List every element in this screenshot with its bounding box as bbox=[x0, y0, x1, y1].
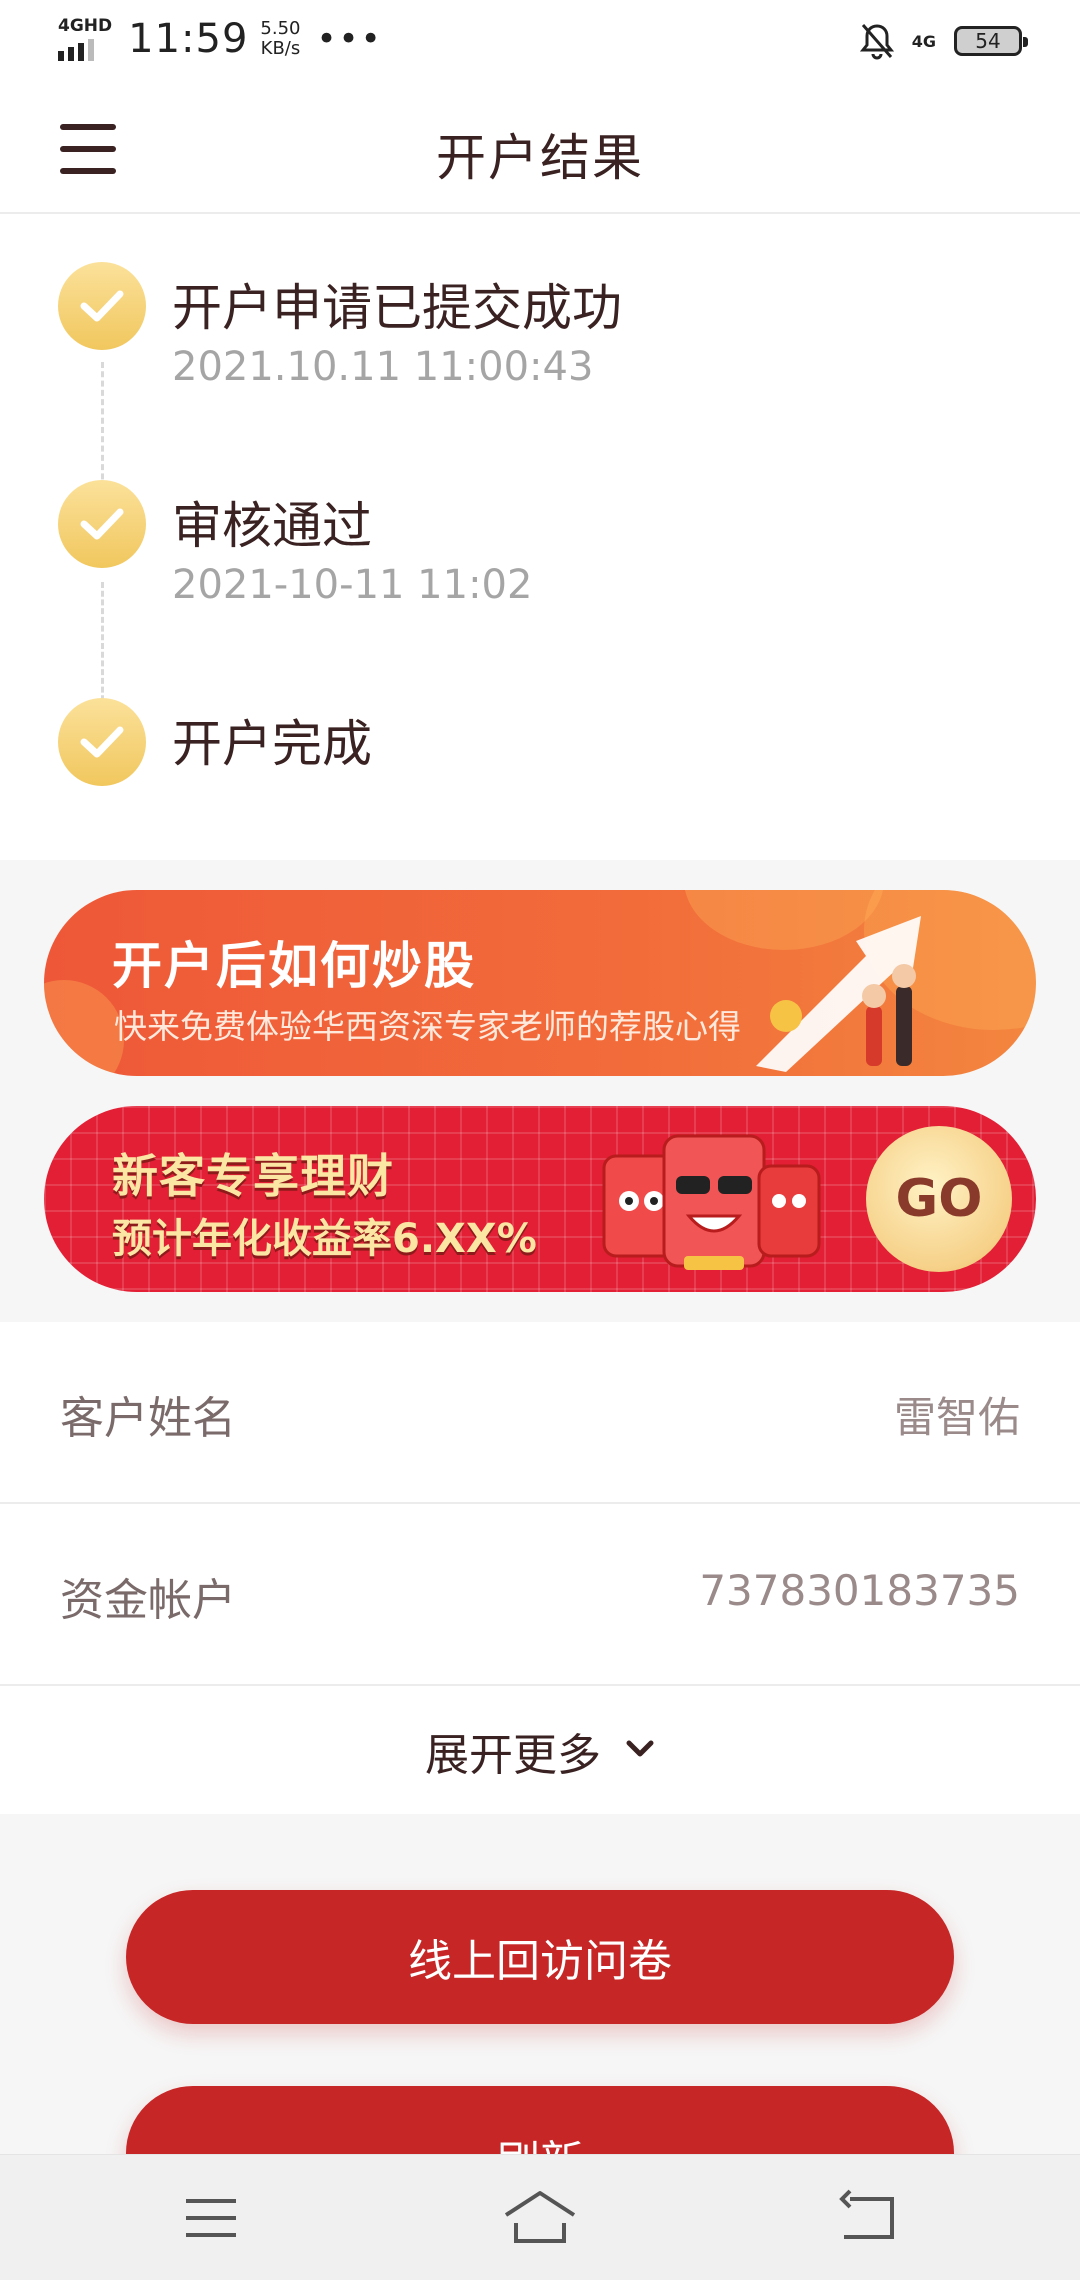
mobile-data-indicator: 4G bbox=[911, 31, 936, 51]
bell-muted-icon bbox=[859, 22, 894, 60]
signal-bars-icon bbox=[58, 39, 112, 61]
step-title: 开户申请已提交成功 bbox=[172, 279, 622, 337]
step-time: 2021-10-11 11:02 bbox=[172, 562, 533, 608]
home-icon[interactable] bbox=[500, 2185, 580, 2251]
banner-subtitle: 预计年化收益率6.XX% bbox=[112, 1216, 537, 1262]
expand-more-button[interactable]: 展开更多 bbox=[0, 1686, 1080, 1816]
expand-more-label: 展开更多 bbox=[425, 1730, 601, 1781]
timeline-connector bbox=[101, 582, 104, 710]
more-notifications-icon: ••• bbox=[316, 19, 383, 59]
back-icon[interactable] bbox=[830, 2185, 910, 2251]
clock: 11:59 bbox=[128, 16, 249, 62]
stock-guide-banner[interactable]: 开户后如何炒股 快来免费体验华西资深专家老师的荐股心得 bbox=[44, 890, 1036, 1076]
fund-account-label: 资金帐户 bbox=[60, 1575, 236, 1626]
fund-account-value: 737830183735 bbox=[699, 1566, 1020, 1615]
refresh-button[interactable]: 刷新 bbox=[126, 2086, 954, 2154]
banner-subtitle: 快来免费体验华西资深专家老师的荐股心得 bbox=[114, 1007, 741, 1046]
speed-value: 5.50 bbox=[260, 18, 301, 39]
info-row-name: 客户姓名 雷智佑 bbox=[0, 1322, 1080, 1504]
progress-timeline: 开户申请已提交成功 2021.10.11 11:00:43 审核通过 2021-… bbox=[0, 214, 1080, 860]
info-row-account: 资金帐户 737830183735 bbox=[0, 1504, 1080, 1686]
customer-name-label: 客户姓名 bbox=[60, 1393, 236, 1444]
check-circle-icon bbox=[58, 262, 146, 350]
rising-arrow-icon bbox=[746, 896, 976, 1076]
app-header: 开户结果 bbox=[0, 82, 1080, 214]
banner-title: 开户后如何炒股 bbox=[112, 937, 476, 995]
go-button[interactable]: GO bbox=[866, 1126, 1012, 1272]
customer-name-value: 雷智佑 bbox=[893, 1393, 1020, 1442]
step-title: 审核通过 bbox=[172, 497, 372, 555]
check-circle-icon bbox=[58, 480, 146, 568]
red-envelope-mascots-icon bbox=[584, 1116, 844, 1290]
action-buttons: 线上回访问卷 刷新 bbox=[0, 1814, 1080, 2154]
banner-title: 新客专享理财 bbox=[112, 1149, 394, 1203]
account-info: 客户姓名 雷智佑 资金帐户 737830183735 展开更多 bbox=[0, 1322, 1080, 1816]
online-survey-button[interactable]: 线上回访问卷 bbox=[126, 1890, 954, 2024]
check-circle-icon bbox=[58, 698, 146, 786]
battery-level: 54 bbox=[975, 29, 1001, 53]
page-title: 开户结果 bbox=[436, 129, 644, 187]
speed-unit: KB/s bbox=[260, 38, 301, 59]
system-nav-bar bbox=[0, 2154, 1080, 2280]
recent-apps-icon[interactable] bbox=[172, 2185, 252, 2251]
step-time: 2021.10.11 11:00:43 bbox=[172, 344, 594, 390]
new-customer-finance-banner[interactable]: 新客专享理财 预计年化收益率6.XX% GO bbox=[44, 1106, 1036, 1292]
battery-icon: 54 bbox=[954, 26, 1028, 56]
chevron-down-icon bbox=[625, 1739, 655, 1763]
status-bar: 4GHD 11:59 5.50 KB/s ••• 4G 54 bbox=[0, 0, 1080, 82]
promo-banners: 开户后如何炒股 快来免费体验华西资深专家老师的荐股心得 新客专享理财 预计年化收… bbox=[0, 860, 1080, 1322]
step-title: 开户完成 bbox=[172, 715, 372, 773]
signal-indicator: 4GHD bbox=[58, 17, 112, 61]
network-type: 4GHD bbox=[58, 16, 113, 36]
timeline-connector bbox=[101, 362, 104, 498]
network-speed: 5.50 KB/s bbox=[260, 19, 300, 59]
